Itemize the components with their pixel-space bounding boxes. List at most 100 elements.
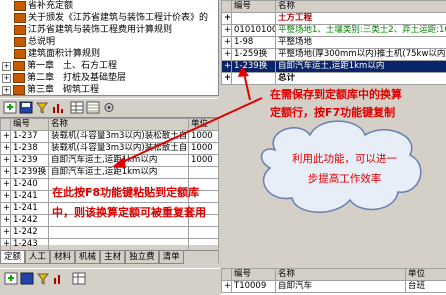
- tree-item[interactable]: 江苏省建筑与装饰工程费用计算规则: [0, 24, 218, 36]
- add-icon[interactable]: [4, 272, 18, 285]
- save-icon[interactable]: [19, 101, 33, 114]
- column-header-code[interactable]: 编号: [231, 0, 276, 13]
- cell-name: 自卸汽车运土,运距1km以内: [275, 60, 446, 73]
- table-row[interactable]: +1-259换 平整场地(厚300mm以内)推土机(75kw以内): [221, 48, 446, 61]
- table-row[interactable]: +1-239 自卸汽车运土,运距1km以内 1000: [0, 154, 219, 167]
- tree-item[interactable]: + 第一章 土、石方工程: [0, 60, 218, 72]
- estimate-grid[interactable]: 编号 名称 + 土方工程+010101001平整场地1、土壤类别:三类土2、弃土运…: [221, 0, 446, 85]
- column-header-name[interactable]: 名称: [275, 268, 406, 281]
- resource-grid[interactable]: 编号 名称 单位 + T10009 自卸汽车 台班: [221, 268, 446, 295]
- tab-4[interactable]: 主材: [100, 251, 126, 264]
- column-header-code[interactable]: 编号: [10, 118, 49, 131]
- column-header-name[interactable]: 名称: [48, 118, 189, 131]
- row-expand-icon[interactable]: +: [221, 36, 232, 49]
- cell-unit: 台班: [405, 280, 446, 293]
- table-row[interactable]: + T10009 自卸汽车 台班: [221, 280, 446, 293]
- table-row[interactable]: + 土方工程: [221, 12, 446, 25]
- row-expand-icon[interactable]: +: [0, 238, 11, 251]
- row-header: [221, 268, 232, 281]
- tab-1[interactable]: 人工: [25, 251, 51, 264]
- tab-2[interactable]: 材料: [50, 251, 76, 264]
- column-header-unit[interactable]: 单位: [188, 118, 219, 131]
- expand-icon[interactable]: +: [2, 73, 11, 83]
- quota-library-grid[interactable]: 编号 名称 单位 +1-237 装载机(斗容量3m3以内)装松散土自 1000 +1-…: [0, 118, 219, 263]
- row-expand-icon[interactable]: +: [0, 178, 11, 191]
- column-header-unit[interactable]: 单位: [405, 268, 446, 281]
- column-header-code[interactable]: 编号: [231, 268, 276, 281]
- tree-item[interactable]: 关于颁发《江苏省建筑与装饰工程计价表》的: [0, 12, 218, 24]
- chart-icon[interactable]: [51, 101, 65, 114]
- cell-code: 1-243: [10, 238, 49, 251]
- table-row[interactable]: + 总计: [221, 72, 446, 85]
- cell-name: 装载机(斗容量3m3以内)装松散土自: [48, 142, 189, 155]
- cell-name: [48, 238, 189, 251]
- book-icon: [14, 37, 26, 47]
- tree-item[interactable]: + 第二章 打桩及基础垫层: [0, 72, 218, 84]
- row-expand-icon[interactable]: +: [0, 130, 11, 143]
- tree-item[interactable]: 总说明: [0, 36, 218, 48]
- chapter-tree[interactable]: 省补充定额 关于颁发《江苏省建筑与装饰工程计价表》的 江苏省建筑与装饰工程费用计算规…: [0, 0, 219, 96]
- table-row[interactable]: +1-239换 自卸汽车运土,运距1km以内: [0, 166, 219, 179]
- tab-5[interactable]: 独立费: [125, 251, 159, 264]
- expand-icon[interactable]: +: [2, 61, 11, 71]
- table-row[interactable]: +1-243: [0, 238, 219, 251]
- grid-view-icon[interactable]: [72, 272, 86, 285]
- table-row[interactable]: +010101001平整场地1、土壤类别:三类土2、弃土运距:100: [221, 24, 446, 37]
- cell-unit: 1000: [188, 142, 219, 155]
- row-expand-icon[interactable]: +: [0, 154, 11, 167]
- save-icon[interactable]: [20, 272, 34, 285]
- table-row[interactable]: +1-239换 自卸汽车运土,运距1km以内: [221, 60, 446, 73]
- filter-icon[interactable]: [35, 101, 49, 114]
- table-icon[interactable]: [86, 101, 100, 114]
- table-row[interactable]: +1-242: [0, 226, 219, 239]
- cell-code: [231, 12, 276, 25]
- cloud-text-line2: 步提高工作效率: [307, 173, 382, 185]
- tree-item-label: 江苏省建筑与装饰工程费用计算规则: [28, 25, 173, 35]
- row-expand-icon[interactable]: +: [221, 12, 232, 25]
- column-header-name[interactable]: 名称: [275, 0, 446, 13]
- row-expand-icon[interactable]: +: [221, 72, 232, 85]
- row-expand-icon[interactable]: +: [221, 280, 232, 293]
- table-row[interactable]: +1-237 装载机(斗容量3m3以内)装松散土自 1000: [0, 130, 219, 143]
- cell-name: [48, 226, 189, 239]
- cell-code: 1-239换: [10, 166, 49, 179]
- tree-item-label: 第三章 砌筑工程: [27, 85, 100, 95]
- cell-code: 1-238: [10, 142, 49, 155]
- grid-view-icon[interactable]: [70, 101, 84, 114]
- row-expand-icon[interactable]: +: [0, 142, 11, 155]
- cell-name: 土方工程: [275, 12, 446, 25]
- row-header: [221, 0, 232, 13]
- cell-code: 1-259换: [231, 48, 276, 61]
- filter-icon[interactable]: [36, 272, 50, 285]
- tab-3[interactable]: 机械: [75, 251, 101, 264]
- book-icon: [14, 49, 26, 59]
- tree-item-label: 关于颁发《江苏省建筑与装饰工程计价表》的: [28, 13, 209, 23]
- book-icon: [14, 25, 26, 35]
- tree-item[interactable]: + 第三章 砌筑工程: [0, 84, 218, 95]
- table-row[interactable]: +1-98 平整场地: [221, 36, 446, 49]
- tree-item-label: 总说明: [28, 37, 56, 47]
- tab-6[interactable]: 清单: [158, 251, 184, 264]
- row-expand-icon[interactable]: +: [0, 166, 11, 179]
- row-expand-icon[interactable]: +: [0, 190, 11, 203]
- annotation-copy-line1: 在需保存到定额库中的换算: [270, 88, 402, 101]
- library-tabs: 定额 人工 材料 机械 主材 独立费 清单: [0, 250, 218, 265]
- add-icon[interactable]: [3, 101, 17, 114]
- row-expand-icon[interactable]: +: [221, 48, 232, 61]
- chart-icon[interactable]: [52, 272, 66, 285]
- row-expand-icon[interactable]: +: [221, 60, 232, 73]
- row-expand-icon[interactable]: +: [221, 24, 232, 37]
- row-expand-icon[interactable]: +: [0, 202, 11, 215]
- row-expand-icon[interactable]: +: [0, 214, 11, 227]
- expand-icon[interactable]: +: [2, 85, 11, 95]
- tree-item[interactable]: 省补充定额: [0, 0, 218, 12]
- tree-item[interactable]: 建筑面积计算规则: [0, 48, 218, 60]
- settings-icon[interactable]: [102, 101, 116, 114]
- cell-unit: 1000: [188, 130, 219, 143]
- tree-item-label: 建筑面积计算规则: [28, 49, 101, 59]
- table-row[interactable]: +1-238 装载机(斗容量3m3以内)装松散土自 1000: [0, 142, 219, 155]
- row-expand-icon[interactable]: +: [0, 226, 11, 239]
- cell-unit: [188, 226, 219, 239]
- book-icon: [13, 73, 25, 83]
- tab-0[interactable]: 定额: [0, 251, 26, 264]
